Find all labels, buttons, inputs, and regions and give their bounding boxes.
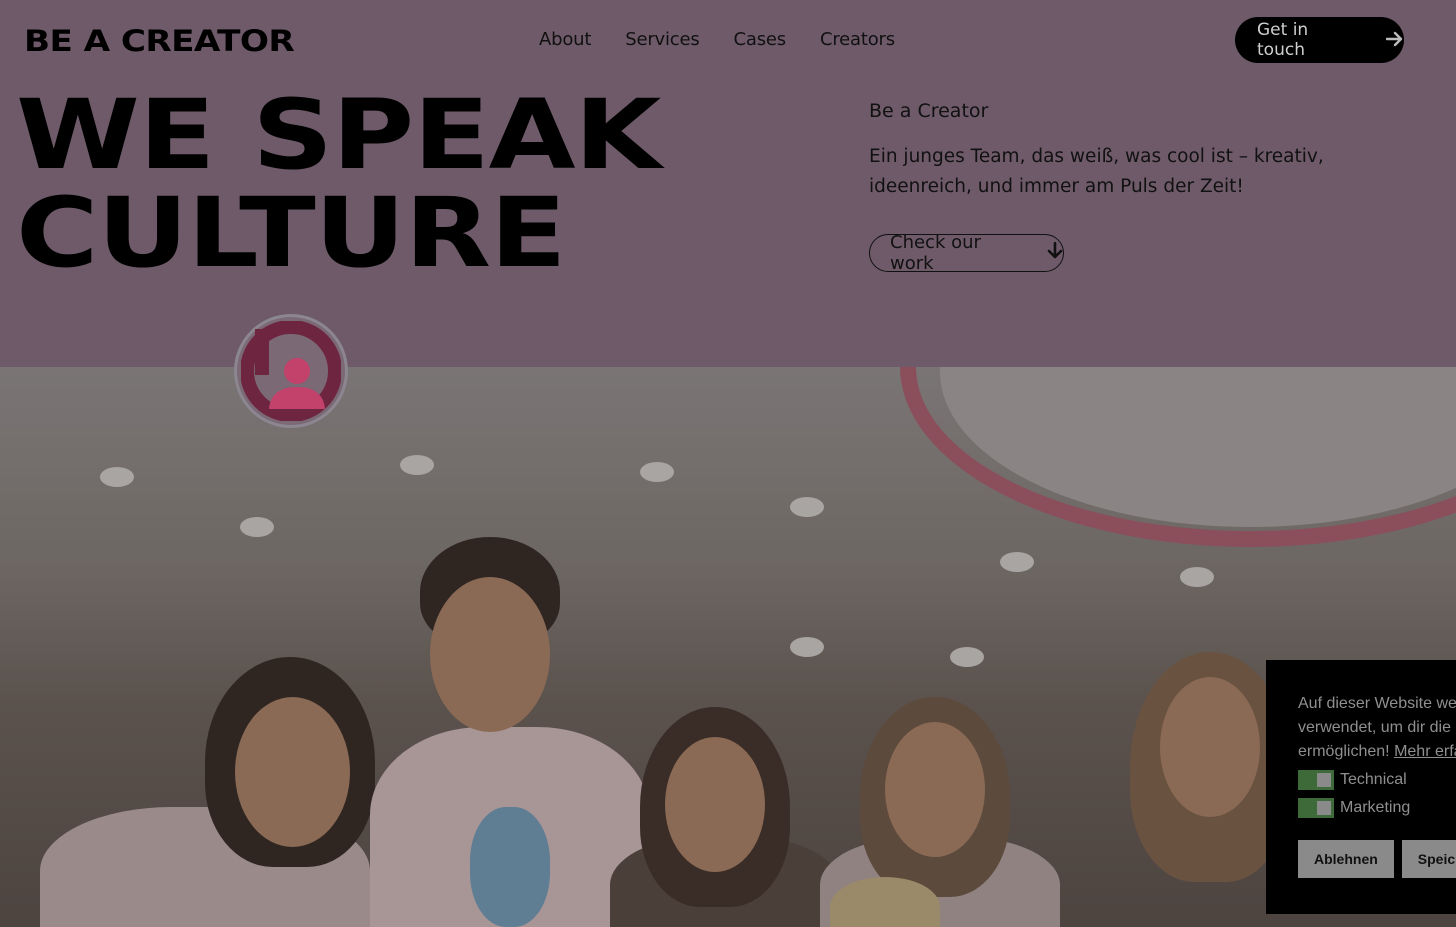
person-face	[1160, 677, 1260, 817]
ceiling-light	[950, 647, 984, 667]
main-nav: About Services Cases Creators	[539, 29, 895, 50]
cookie-toggle-marketing: Marketing	[1298, 798, 1456, 818]
cookie-banner: Auf dieser Website we verwendet, um dir …	[1266, 660, 1456, 914]
check-our-work-label: Check our work	[890, 232, 981, 274]
person-face	[430, 577, 550, 732]
get-in-touch-label: Get in touch	[1257, 20, 1309, 60]
site-header: BE A CREATOR About Services Cases Creato…	[0, 0, 1456, 367]
ceiling-light	[640, 462, 674, 482]
cookie-text-end: ermöglichen!	[1298, 743, 1390, 760]
cookie-text-line3: ermöglichen! Mehr erfa	[1298, 740, 1456, 764]
creator-logo-icon	[241, 321, 341, 421]
hero-side-text: Ein junges Team, das weiß, was cool ist …	[869, 146, 1324, 197]
arrow-down-icon	[1047, 241, 1063, 265]
person-face	[885, 722, 985, 857]
ceiling-light	[400, 455, 434, 475]
cookie-text-line1: Auf dieser Website we	[1298, 695, 1456, 712]
ceiling-ring	[900, 367, 1456, 547]
check-our-work-button[interactable]: Check our work	[869, 232, 1064, 274]
nav-item-creators[interactable]: Creators	[820, 29, 895, 50]
technical-label: Technical	[1340, 771, 1407, 788]
person-face	[235, 697, 350, 847]
ceiling-light	[100, 467, 134, 487]
get-in-touch-button[interactable]: Get in touch	[1235, 17, 1404, 63]
hero-side-title: Be a Creator	[869, 100, 989, 122]
cookie-actions: Ablehnen Speic	[1298, 840, 1456, 878]
hero-title: WE SPEAK CULTURE	[16, 79, 661, 289]
cookie-text-line2: verwendet, um dir die	[1298, 719, 1451, 736]
hero-title-line2: CULTURE	[16, 177, 567, 289]
person-face	[665, 737, 765, 872]
nav-item-about[interactable]: About	[539, 29, 591, 50]
arrow-right-icon	[1385, 28, 1404, 52]
save-button[interactable]: Speic	[1401, 840, 1456, 878]
ceiling-light	[1180, 567, 1214, 587]
nav-item-cases[interactable]: Cases	[734, 29, 787, 50]
technical-toggle[interactable]	[1298, 770, 1334, 790]
avatar[interactable]	[234, 314, 348, 428]
cookie-toggle-technical: Technical	[1298, 770, 1456, 790]
ceiling-light	[790, 637, 824, 657]
ceiling-light	[1000, 552, 1034, 572]
hero-title-line1: WE SPEAK	[16, 79, 661, 191]
decline-button[interactable]: Ablehnen	[1298, 840, 1394, 878]
ceiling-light	[240, 517, 274, 537]
marketing-toggle[interactable]	[1298, 798, 1334, 818]
cookie-more-link[interactable]: Mehr erfa	[1394, 743, 1456, 760]
plush-toy	[470, 807, 550, 927]
hero-photo	[0, 367, 1456, 927]
marketing-label: Marketing	[1340, 799, 1411, 816]
brand-logo[interactable]: BE A CREATOR	[24, 24, 295, 58]
nav-item-services[interactable]: Services	[625, 29, 700, 50]
ceiling-light	[790, 497, 824, 517]
